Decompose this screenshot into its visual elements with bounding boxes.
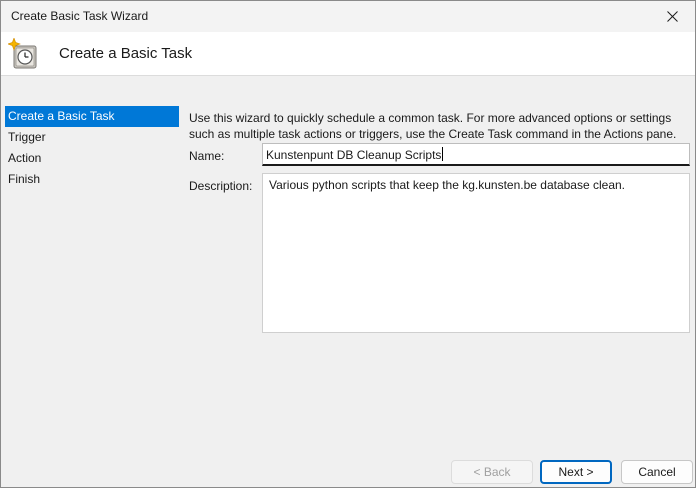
intro-line-1: Use this wizard to quickly schedule a co… [189, 111, 672, 125]
intro-text: Use this wizard to quickly schedule a co… [189, 110, 689, 142]
cancel-button[interactable]: Cancel [621, 460, 693, 484]
description-textarea[interactable]: Various python scripts that keep the kg.… [262, 173, 690, 333]
name-input[interactable]: Kunstenpunt DB Cleanup Scripts [262, 143, 690, 166]
wizard-steps-sidebar: Create a Basic Task Trigger Action Finis… [5, 106, 179, 190]
page-title: Create a Basic Task [59, 45, 193, 62]
title-bar: Create Basic Task Wizard [1, 1, 695, 32]
window-title: Create Basic Task Wizard [11, 9, 149, 23]
wizard-window: Create Basic Task Wizard Create a Basic … [0, 0, 696, 488]
description-value: Various python scripts that keep the kg.… [269, 178, 626, 192]
text-caret [442, 147, 444, 161]
task-scheduler-clock-icon [8, 38, 37, 69]
name-label: Name: [189, 149, 225, 163]
close-icon [666, 11, 678, 22]
step-finish[interactable]: Finish [5, 169, 179, 190]
step-create-basic-task[interactable]: Create a Basic Task [5, 106, 179, 127]
back-button[interactable]: < Back [451, 460, 533, 484]
step-trigger[interactable]: Trigger [5, 127, 179, 148]
name-input-value: Kunstenpunt DB Cleanup Scripts [266, 148, 442, 162]
next-button[interactable]: Next > [540, 460, 612, 484]
intro-line-2: such as multiple task actions or trigger… [189, 127, 677, 141]
description-label: Description: [189, 179, 253, 193]
wizard-header: Create a Basic Task [1, 32, 695, 76]
step-action[interactable]: Action [5, 148, 179, 169]
close-button[interactable] [649, 1, 695, 32]
